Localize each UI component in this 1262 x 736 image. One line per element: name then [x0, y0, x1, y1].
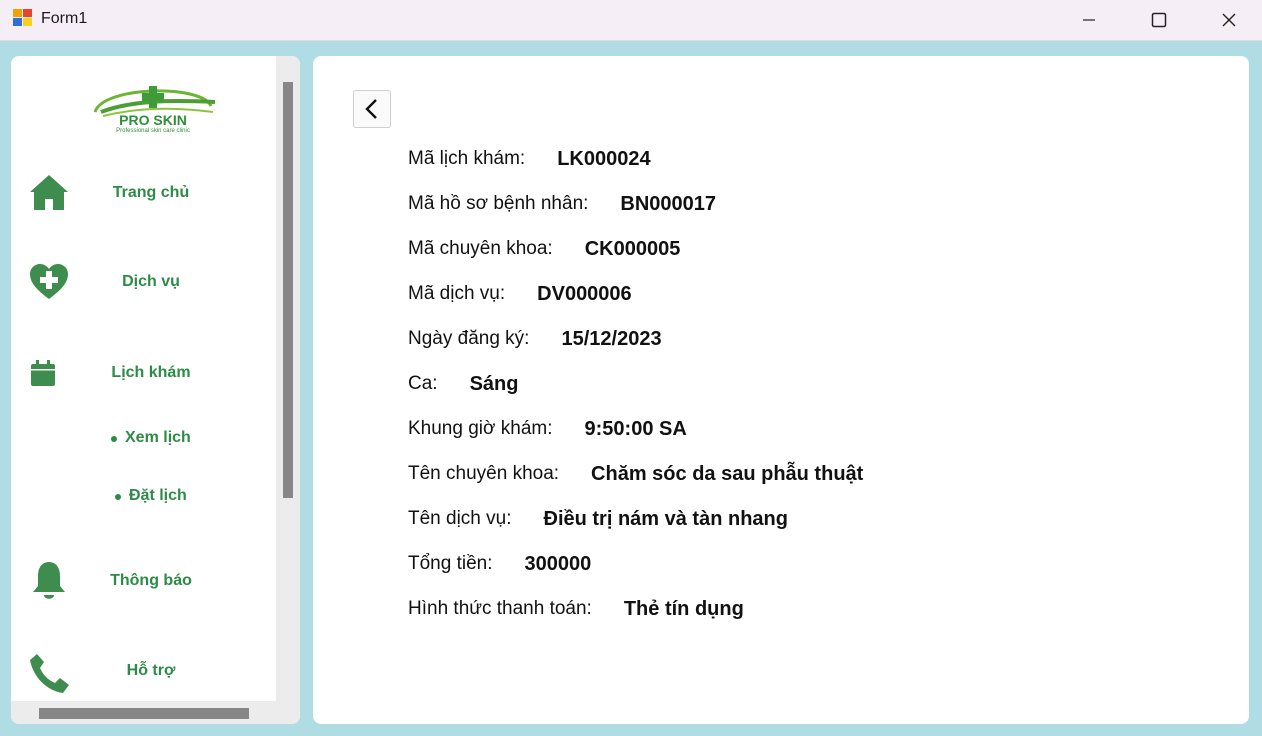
field-value: Điều trị nám và tàn nhang: [543, 507, 788, 530]
detail-row: Tên dịch vụ: Điều trị nám và tàn nhang: [408, 506, 788, 532]
field-value: 15/12/2023: [561, 327, 662, 350]
window-title: Form1: [41, 10, 88, 27]
detail-row: Tổng tiền: 300000: [408, 551, 591, 577]
field-label: Ngày đăng ký:: [408, 328, 530, 349]
bell-icon: [27, 558, 71, 602]
detail-row: Mã chuyên khoa: CK000005: [408, 236, 680, 262]
detail-row: Ca: Sáng: [408, 371, 518, 397]
bullet-icon: [115, 494, 121, 500]
app-icon: [13, 9, 33, 27]
back-button[interactable]: [353, 90, 391, 128]
pro-skin-logo: PRO SKIN Professional skin care clinic: [73, 82, 231, 134]
svg-text:PRO SKIN: PRO SKIN: [119, 112, 187, 128]
close-icon: [1222, 13, 1236, 27]
field-label: Tổng tiền:: [408, 553, 493, 574]
field-label: Mã chuyên khoa:: [408, 238, 553, 259]
sidebar-subitem-dat-lich[interactable]: Đặt lịch: [109, 484, 229, 514]
minimize-button[interactable]: [1066, 0, 1112, 40]
home-icon: [27, 170, 71, 214]
field-value: 9:50:00 SA: [584, 417, 687, 440]
sidebar-item-lich-kham[interactable]: Lịch khám: [11, 344, 276, 404]
sidebar-item-label: Dịch vụ: [122, 273, 180, 290]
detail-row: Mã lịch khám: LK000024: [408, 146, 651, 172]
detail-row: Ngày đăng ký: 15/12/2023: [408, 326, 662, 352]
field-label: Ca:: [408, 373, 438, 394]
field-value: LK000024: [557, 147, 651, 170]
field-label: Tên chuyên khoa:: [408, 463, 560, 484]
maximize-icon: [1151, 12, 1167, 28]
minimize-icon: [1083, 19, 1095, 21]
sidebar: PRO SKIN Professional skin care clinic T…: [11, 56, 300, 724]
sidebar-item-ho-tro[interactable]: Hỗ trợ: [11, 642, 276, 702]
field-value: 300000: [524, 552, 592, 575]
close-button[interactable]: [1206, 0, 1252, 40]
field-value: BN000017: [620, 192, 717, 215]
sidebar-item-label: Lịch khám: [111, 364, 191, 381]
sidebar-item-dich-vu[interactable]: Dịch vụ: [11, 252, 276, 312]
phone-icon: [27, 651, 71, 695]
detail-row: Khung giờ khám: 9:50:00 SA: [408, 416, 687, 442]
field-label: Khung giờ khám:: [408, 418, 553, 439]
field-label: Hình thức thanh toán:: [408, 598, 592, 619]
chevron-left-icon: [365, 99, 377, 119]
svg-text:Professional skin care clinic: Professional skin care clinic: [116, 128, 190, 134]
field-label: Mã dịch vụ:: [408, 283, 506, 304]
field-value: Thẻ tín dụng: [623, 597, 744, 620]
vertical-scrollbar-thumb[interactable]: [283, 82, 293, 498]
sidebar-subitem-xem-lich[interactable]: Xem lịch: [109, 426, 229, 456]
field-value: DV000006: [537, 282, 632, 305]
sidebar-item-thong-bao[interactable]: Thông báo: [11, 550, 276, 610]
calendar-icon: [21, 351, 65, 395]
title-bar: Form1: [0, 0, 1262, 41]
heart-plus-icon: [27, 259, 71, 303]
bullet-icon: [111, 436, 117, 442]
sidebar-item-label: Trang chủ: [112, 184, 190, 201]
sidebar-item-trang-chu[interactable]: Trang chủ: [11, 162, 276, 222]
sidebar-item-label: Thông báo: [110, 572, 192, 589]
field-value: Chăm sóc da sau phẫu thuật: [591, 462, 864, 485]
detail-row: Mã dịch vụ: DV000006: [408, 281, 632, 307]
field-value: Sáng: [469, 372, 519, 395]
subitem-label: Đặt lịch: [129, 487, 187, 504]
detail-row: Hình thức thanh toán: Thẻ tín dụng: [408, 596, 744, 622]
field-label: Tên dịch vụ:: [408, 508, 512, 529]
detail-row: Mã hồ sơ bệnh nhân: BN000017: [408, 191, 716, 217]
detail-row: Tên chuyên khoa: Chăm sóc da sau phẫu th…: [408, 461, 863, 487]
appointment-detail-panel: Mã lịch khám: LK000024 Mã hồ sơ bệnh nhâ…: [313, 56, 1249, 724]
horizontal-scrollbar-thumb[interactable]: [39, 708, 249, 719]
maximize-button[interactable]: [1136, 0, 1182, 40]
subitem-label: Xem lịch: [125, 429, 191, 446]
field-value: CK000005: [584, 237, 681, 260]
sidebar-item-label: Hỗ trợ: [126, 662, 176, 679]
field-label: Mã lịch khám:: [408, 148, 526, 169]
field-label: Mã hồ sơ bệnh nhân:: [408, 193, 589, 214]
